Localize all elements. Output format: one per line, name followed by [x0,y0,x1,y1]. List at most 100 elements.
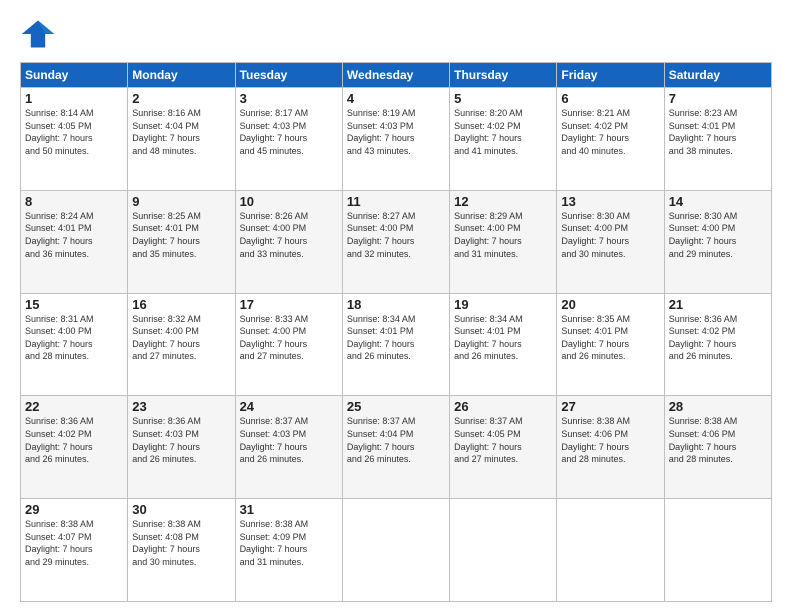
calendar-cell: 15Sunrise: 8:31 AM Sunset: 4:00 PM Dayli… [21,293,128,396]
day-info: Sunrise: 8:36 AM Sunset: 4:03 PM Dayligh… [132,415,230,465]
calendar-cell: 23Sunrise: 8:36 AM Sunset: 4:03 PM Dayli… [128,396,235,499]
calendar-cell [342,499,449,602]
day-number: 26 [454,399,552,414]
day-number: 25 [347,399,445,414]
day-info: Sunrise: 8:30 AM Sunset: 4:00 PM Dayligh… [561,210,659,260]
day-info: Sunrise: 8:33 AM Sunset: 4:00 PM Dayligh… [240,313,338,363]
day-number: 7 [669,91,767,106]
day-of-week-header: Saturday [664,63,771,88]
day-number: 3 [240,91,338,106]
day-of-week-header: Friday [557,63,664,88]
calendar-cell: 1Sunrise: 8:14 AM Sunset: 4:05 PM Daylig… [21,88,128,191]
day-number: 16 [132,297,230,312]
day-info: Sunrise: 8:34 AM Sunset: 4:01 PM Dayligh… [347,313,445,363]
day-number: 13 [561,194,659,209]
logo [20,16,60,52]
day-number: 18 [347,297,445,312]
calendar-cell: 18Sunrise: 8:34 AM Sunset: 4:01 PM Dayli… [342,293,449,396]
day-info: Sunrise: 8:35 AM Sunset: 4:01 PM Dayligh… [561,313,659,363]
day-number: 8 [25,194,123,209]
calendar-cell: 17Sunrise: 8:33 AM Sunset: 4:00 PM Dayli… [235,293,342,396]
calendar-cell [664,499,771,602]
day-of-week-header: Tuesday [235,63,342,88]
day-number: 6 [561,91,659,106]
day-info: Sunrise: 8:30 AM Sunset: 4:00 PM Dayligh… [669,210,767,260]
calendar-cell: 14Sunrise: 8:30 AM Sunset: 4:00 PM Dayli… [664,190,771,293]
day-info: Sunrise: 8:25 AM Sunset: 4:01 PM Dayligh… [132,210,230,260]
day-number: 11 [347,194,445,209]
calendar-cell: 27Sunrise: 8:38 AM Sunset: 4:06 PM Dayli… [557,396,664,499]
day-number: 23 [132,399,230,414]
calendar-cell: 5Sunrise: 8:20 AM Sunset: 4:02 PM Daylig… [450,88,557,191]
header [20,16,772,52]
calendar-cell: 11Sunrise: 8:27 AM Sunset: 4:00 PM Dayli… [342,190,449,293]
day-number: 17 [240,297,338,312]
day-number: 20 [561,297,659,312]
day-of-week-header: Wednesday [342,63,449,88]
day-info: Sunrise: 8:38 AM Sunset: 4:08 PM Dayligh… [132,518,230,568]
day-info: Sunrise: 8:38 AM Sunset: 4:07 PM Dayligh… [25,518,123,568]
day-number: 21 [669,297,767,312]
calendar-header-row: SundayMondayTuesdayWednesdayThursdayFrid… [21,63,772,88]
day-number: 14 [669,194,767,209]
calendar-cell: 10Sunrise: 8:26 AM Sunset: 4:00 PM Dayli… [235,190,342,293]
calendar-cell: 22Sunrise: 8:36 AM Sunset: 4:02 PM Dayli… [21,396,128,499]
day-info: Sunrise: 8:34 AM Sunset: 4:01 PM Dayligh… [454,313,552,363]
calendar-week-row: 1Sunrise: 8:14 AM Sunset: 4:05 PM Daylig… [21,88,772,191]
day-number: 9 [132,194,230,209]
day-of-week-header: Monday [128,63,235,88]
day-number: 30 [132,502,230,517]
calendar-cell: 6Sunrise: 8:21 AM Sunset: 4:02 PM Daylig… [557,88,664,191]
day-info: Sunrise: 8:32 AM Sunset: 4:00 PM Dayligh… [132,313,230,363]
calendar-cell: 21Sunrise: 8:36 AM Sunset: 4:02 PM Dayli… [664,293,771,396]
day-info: Sunrise: 8:38 AM Sunset: 4:09 PM Dayligh… [240,518,338,568]
calendar-cell: 13Sunrise: 8:30 AM Sunset: 4:00 PM Dayli… [557,190,664,293]
calendar-week-row: 8Sunrise: 8:24 AM Sunset: 4:01 PM Daylig… [21,190,772,293]
calendar-cell: 9Sunrise: 8:25 AM Sunset: 4:01 PM Daylig… [128,190,235,293]
calendar-cell: 20Sunrise: 8:35 AM Sunset: 4:01 PM Dayli… [557,293,664,396]
calendar-cell: 28Sunrise: 8:38 AM Sunset: 4:06 PM Dayli… [664,396,771,499]
calendar-cell: 19Sunrise: 8:34 AM Sunset: 4:01 PM Dayli… [450,293,557,396]
day-number: 15 [25,297,123,312]
day-number: 19 [454,297,552,312]
day-info: Sunrise: 8:29 AM Sunset: 4:00 PM Dayligh… [454,210,552,260]
day-info: Sunrise: 8:37 AM Sunset: 4:03 PM Dayligh… [240,415,338,465]
calendar-cell: 24Sunrise: 8:37 AM Sunset: 4:03 PM Dayli… [235,396,342,499]
day-number: 2 [132,91,230,106]
day-number: 10 [240,194,338,209]
calendar-cell: 16Sunrise: 8:32 AM Sunset: 4:00 PM Dayli… [128,293,235,396]
calendar-week-row: 15Sunrise: 8:31 AM Sunset: 4:00 PM Dayli… [21,293,772,396]
day-info: Sunrise: 8:21 AM Sunset: 4:02 PM Dayligh… [561,107,659,157]
day-info: Sunrise: 8:17 AM Sunset: 4:03 PM Dayligh… [240,107,338,157]
day-info: Sunrise: 8:14 AM Sunset: 4:05 PM Dayligh… [25,107,123,157]
calendar-week-row: 29Sunrise: 8:38 AM Sunset: 4:07 PM Dayli… [21,499,772,602]
day-info: Sunrise: 8:36 AM Sunset: 4:02 PM Dayligh… [669,313,767,363]
day-number: 29 [25,502,123,517]
day-info: Sunrise: 8:16 AM Sunset: 4:04 PM Dayligh… [132,107,230,157]
calendar-cell: 7Sunrise: 8:23 AM Sunset: 4:01 PM Daylig… [664,88,771,191]
calendar-cell: 25Sunrise: 8:37 AM Sunset: 4:04 PM Dayli… [342,396,449,499]
calendar-table: SundayMondayTuesdayWednesdayThursdayFrid… [20,62,772,602]
day-of-week-header: Thursday [450,63,557,88]
calendar-cell [450,499,557,602]
day-number: 24 [240,399,338,414]
page: SundayMondayTuesdayWednesdayThursdayFrid… [0,0,792,612]
calendar-cell: 30Sunrise: 8:38 AM Sunset: 4:08 PM Dayli… [128,499,235,602]
day-number: 22 [25,399,123,414]
calendar-cell: 31Sunrise: 8:38 AM Sunset: 4:09 PM Dayli… [235,499,342,602]
calendar-cell: 12Sunrise: 8:29 AM Sunset: 4:00 PM Dayli… [450,190,557,293]
calendar-cell: 2Sunrise: 8:16 AM Sunset: 4:04 PM Daylig… [128,88,235,191]
day-number: 28 [669,399,767,414]
calendar-cell: 8Sunrise: 8:24 AM Sunset: 4:01 PM Daylig… [21,190,128,293]
day-number: 27 [561,399,659,414]
day-number: 31 [240,502,338,517]
day-of-week-header: Sunday [21,63,128,88]
day-number: 4 [347,91,445,106]
day-info: Sunrise: 8:23 AM Sunset: 4:01 PM Dayligh… [669,107,767,157]
calendar-cell: 29Sunrise: 8:38 AM Sunset: 4:07 PM Dayli… [21,499,128,602]
day-info: Sunrise: 8:26 AM Sunset: 4:00 PM Dayligh… [240,210,338,260]
day-info: Sunrise: 8:38 AM Sunset: 4:06 PM Dayligh… [669,415,767,465]
calendar-cell [557,499,664,602]
calendar-cell: 26Sunrise: 8:37 AM Sunset: 4:05 PM Dayli… [450,396,557,499]
calendar-cell: 3Sunrise: 8:17 AM Sunset: 4:03 PM Daylig… [235,88,342,191]
